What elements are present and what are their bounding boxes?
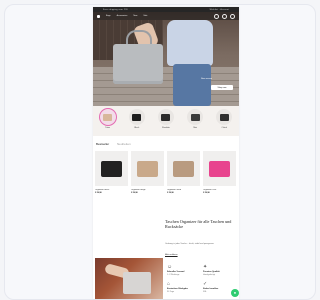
product-name: Organizer Pink — [203, 189, 217, 191]
category-label: Totes — [105, 127, 110, 129]
product-card[interactable]: Organizer Black € 29,90 — [95, 151, 128, 194]
feature-desc: Handgefertigt — [203, 274, 216, 276]
model-jeans — [173, 64, 211, 106]
main-navigation: Bags Accessories New Sale — [93, 12, 239, 20]
feature-title: Kostenlose Rückgabe — [167, 288, 188, 290]
editorial-body: Ordnung in jeder Tasche – leicht, stabil… — [165, 243, 215, 245]
bag-icon — [132, 113, 142, 121]
product-image — [203, 151, 236, 186]
product-name: Organizer Black — [95, 189, 110, 191]
category-label: Clutch — [221, 127, 228, 129]
feature-item: ☺ Schneller Versand 1–3 Werktage — [167, 264, 199, 277]
feature-item: ⌂ Kostenlose Rückgabe 30 Tage — [167, 281, 199, 294]
product-price: € 29,90 — [95, 192, 102, 194]
nav-icons — [214, 13, 235, 19]
website-preview: Free shipping over €99 Wishlist · Accoun… — [93, 7, 239, 299]
product-bag-shape — [101, 161, 122, 177]
category-item[interactable]: Totes — [99, 109, 116, 129]
quality-icon: ✦ — [203, 264, 208, 270]
product-price: € 29,90 — [203, 192, 210, 194]
category-thumb — [128, 109, 145, 125]
category-item[interactable]: Mini — [187, 109, 204, 129]
lifestyle-photo — [95, 258, 163, 299]
product-name: Organizer Beige — [131, 189, 146, 191]
bag-icon — [161, 113, 171, 121]
nav-item[interactable]: Sale — [143, 15, 147, 17]
hero-headline: New season — [201, 78, 213, 80]
category-item[interactable]: Clutch — [216, 109, 233, 129]
feature-desc: 30 Tage — [167, 291, 175, 293]
product-image — [95, 151, 128, 186]
product-grid: Organizer Black € 29,90 Organizer Beige … — [95, 151, 237, 194]
bag-icon — [219, 113, 229, 121]
category-thumb — [99, 109, 116, 125]
hero-banner[interactable]: Bags Accessories New Sale New season Sho… — [93, 12, 239, 106]
category-item[interactable]: Shoulder — [157, 109, 174, 129]
product-card[interactable]: Organizer Beige € 29,90 — [131, 151, 164, 194]
feature-title: Premium Qualität — [203, 271, 220, 273]
category-strip: Totes Black Shoulder Mini Clutch — [93, 106, 239, 136]
nav-item[interactable]: New — [133, 15, 137, 17]
product-card[interactable]: Organizer Pink € 29,90 — [203, 151, 236, 194]
editorial-heading: Taschen Organizer für alle Taschen und R… — [165, 219, 232, 229]
category-thumb — [157, 109, 174, 125]
category-item[interactable]: Black — [128, 109, 145, 129]
photo-bag — [123, 272, 151, 294]
model-shirt — [167, 20, 213, 66]
chat-icon: ● — [233, 290, 237, 295]
product-card[interactable]: Organizer Sand € 29,90 — [167, 151, 200, 194]
feature-desc: 1–3 Werktage — [167, 274, 180, 276]
return-icon: ⌂ — [167, 281, 171, 287]
category-label: Black — [134, 127, 140, 129]
bag-icon — [103, 113, 113, 121]
shipping-icon: ☺ — [167, 264, 173, 270]
feature-list: ☺ Schneller Versand 1–3 Werktage ✦ Premi… — [167, 264, 235, 294]
product-image — [167, 151, 200, 186]
hero-bag — [113, 44, 163, 84]
announcement-right[interactable]: Wishlist · Account — [210, 9, 229, 11]
nav-item[interactable]: Accessories — [117, 15, 128, 17]
product-image — [131, 151, 164, 186]
section-tab[interactable]: Neuheiten — [117, 142, 131, 146]
feature-title: Schneller Versand — [167, 271, 185, 273]
category-label: Shoulder — [161, 127, 170, 129]
category-thumb — [216, 109, 233, 125]
announcement-left: Free shipping over €99 — [103, 8, 128, 11]
search-icon[interactable] — [214, 13, 219, 19]
product-bag-shape — [173, 161, 194, 177]
product-name: Organizer Sand — [167, 189, 182, 191]
feature-title: Sicher bezahlen — [203, 288, 219, 290]
nav-item[interactable]: Bags — [106, 15, 111, 17]
product-bag-shape — [209, 161, 230, 177]
product-price: € 29,90 — [131, 192, 138, 194]
secure-payment-icon: ✓ — [203, 281, 208, 287]
bag-icon — [190, 113, 200, 121]
editorial-link[interactable]: Mehr erfahren — [165, 254, 178, 256]
category-label: Mini — [193, 127, 197, 129]
product-bag-shape — [137, 161, 158, 177]
category-thumb — [187, 109, 204, 125]
account-icon[interactable] — [222, 13, 227, 19]
cart-icon[interactable] — [230, 13, 235, 19]
chat-button[interactable]: ● — [231, 289, 239, 297]
logo-icon[interactable] — [97, 14, 100, 18]
hero-cta-button[interactable]: Shop now — [211, 85, 233, 90]
feature-item: ✦ Premium Qualität Handgefertigt — [203, 264, 235, 277]
product-price: € 29,90 — [167, 192, 174, 194]
section-tab-active[interactable]: Bestseller — [96, 142, 109, 146]
